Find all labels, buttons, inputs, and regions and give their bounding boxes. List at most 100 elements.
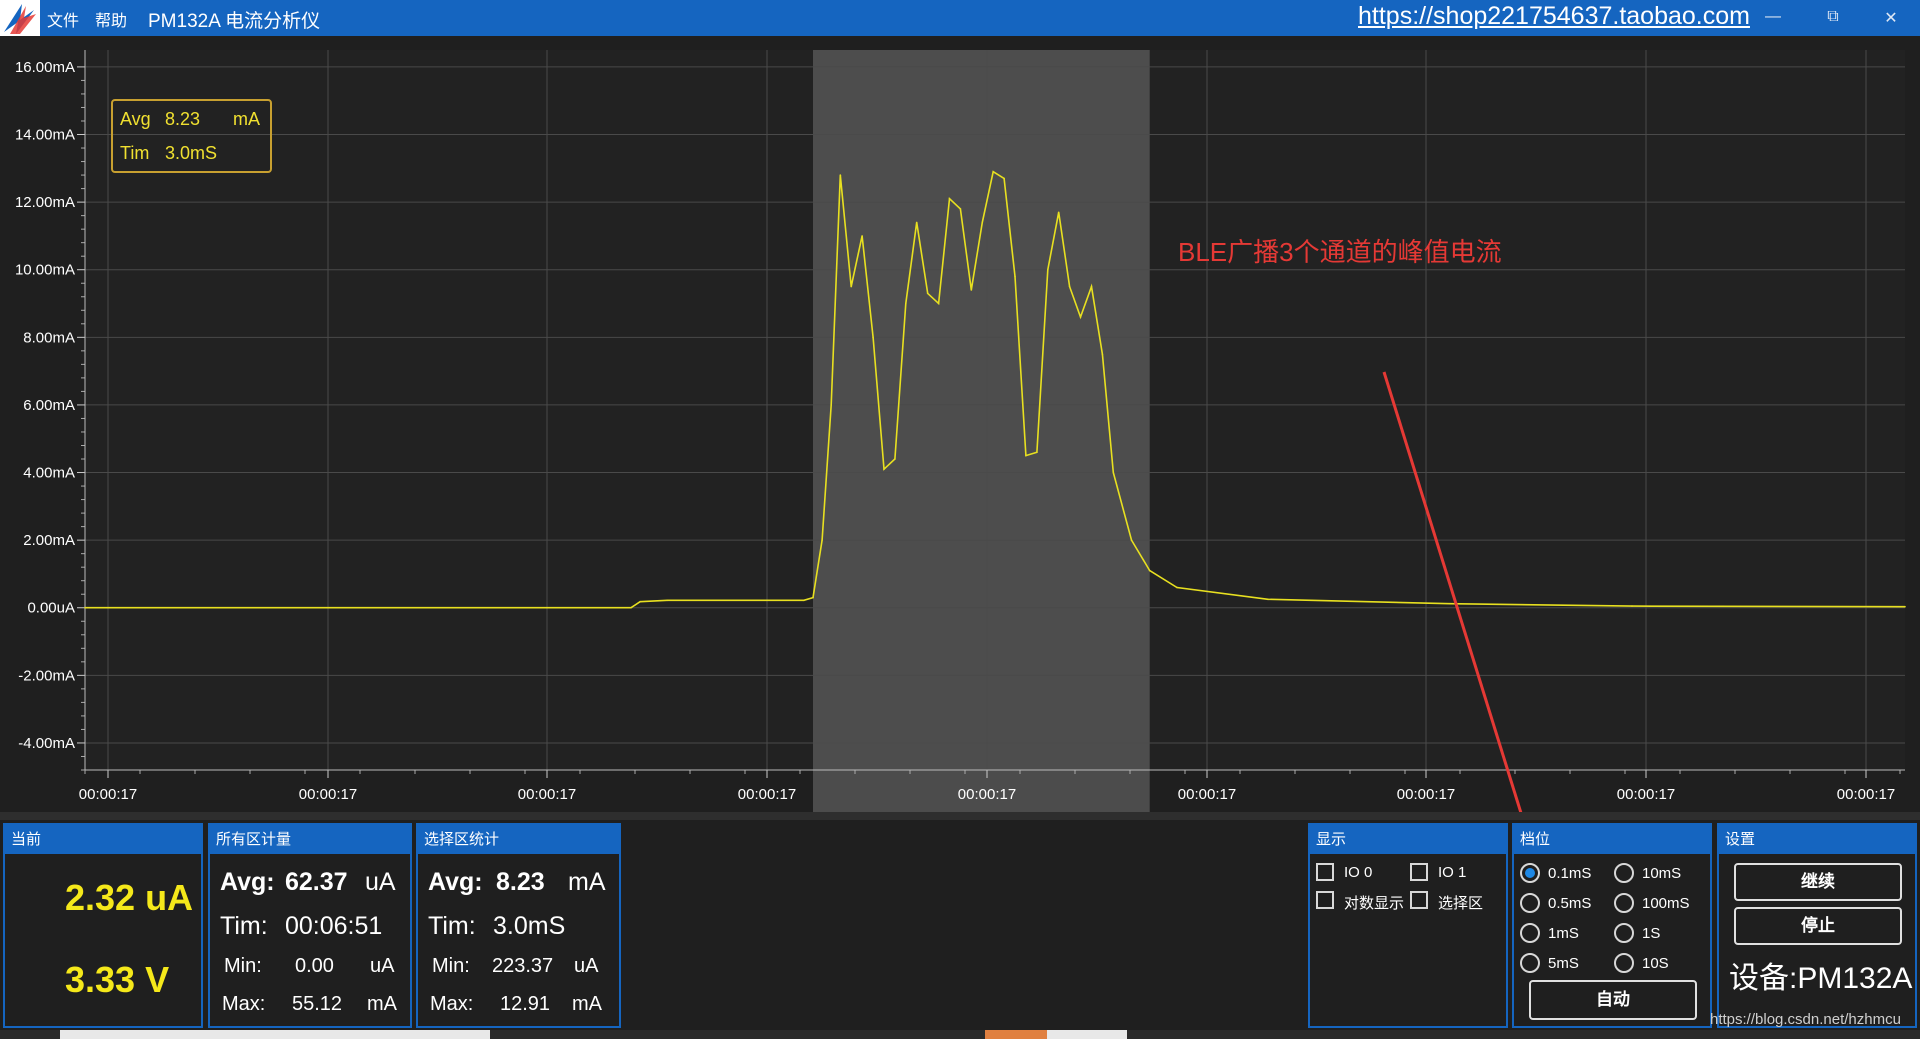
io1-checkbox[interactable]: [1410, 863, 1428, 881]
data-point: [1036, 451, 1038, 454]
all-min-label: Min:: [224, 955, 262, 977]
data-point: [926, 292, 929, 295]
voltage-reading: 3.33 V: [65, 959, 170, 1000]
auto-button[interactable]: 自动: [1529, 980, 1697, 1020]
data-point: [803, 599, 805, 602]
range-radio-label: 10mS: [1642, 865, 1682, 882]
range-radio-0.1mS[interactable]: [1520, 863, 1540, 883]
splitter[interactable]: [0, 812, 1920, 820]
info-avg-unit: mA: [233, 109, 260, 129]
data-point: [850, 285, 853, 288]
data-point: [1101, 353, 1104, 356]
panel-display: 显示 IO 0 IO 1 对数显示 选择区: [1308, 823, 1508, 1028]
info-avg-label: Avg: [120, 109, 151, 129]
data-point: [1025, 454, 1027, 457]
y-tick-label: -2.00mA: [18, 667, 75, 684]
sel-min-value: 223.37: [492, 955, 554, 977]
shop-link[interactable]: https://shop221754637.taobao.com: [1358, 2, 1750, 31]
data-point: [666, 599, 669, 602]
range-radio-label: 5mS: [1548, 955, 1579, 972]
x-tick-label: 00:00:17: [1397, 786, 1455, 803]
data-point: [1003, 177, 1005, 180]
io0-label: IO 0: [1344, 864, 1373, 881]
x-tick-label: 00:00:17: [1617, 786, 1675, 803]
panel-range-title: 档位: [1514, 825, 1710, 854]
stop-button[interactable]: 停止: [1734, 907, 1902, 945]
data-point: [821, 539, 823, 541]
info-avg-value: 8.23: [165, 109, 201, 129]
menu-help[interactable]: 帮助: [95, 7, 127, 31]
panel-settings-title: 设置: [1719, 825, 1915, 854]
data-point: [84, 606, 86, 609]
data-point: [1057, 211, 1060, 214]
data-point: [1904, 605, 1906, 608]
data-point: [1130, 539, 1133, 541]
range-radio-10S[interactable]: [1614, 953, 1634, 973]
y-tick-label: -4.00mA: [18, 735, 75, 752]
info-tim-value: 3.0mS: [165, 143, 218, 163]
y-tick-label: 2.00mA: [23, 532, 75, 549]
menu-file[interactable]: 文件: [47, 7, 79, 31]
io1-label: IO 1: [1438, 864, 1467, 881]
data-point: [959, 208, 962, 210]
current-chart[interactable]: 16.00mA 14.00mA 12.00mA 10.00mA 8.00mA 6.00mA…: [0, 36, 1920, 812]
x-tick-label: 00:00:17: [958, 786, 1016, 803]
range-radio-1S[interactable]: [1614, 923, 1634, 943]
sel-max-unit: mA: [572, 993, 602, 1015]
range-radio-10mS[interactable]: [1614, 863, 1634, 883]
y-tick-label: 8.00mA: [23, 329, 75, 346]
x-tick-label: 00:00:17: [518, 786, 576, 803]
data-point: [1068, 285, 1071, 288]
scroll-thumb[interactable]: [60, 1030, 490, 1039]
all-min-value: 0.00: [295, 955, 334, 977]
x-tick-label: 00:00:17: [1837, 786, 1895, 803]
close-button[interactable]: ✕: [1879, 8, 1903, 28]
all-tim-label: Tim:: [220, 912, 268, 940]
range-radio-5mS[interactable]: [1520, 953, 1540, 973]
info-tim-label: Tim: [120, 143, 150, 163]
chart-area[interactable]: 16.00mA 14.00mA 12.00mA 10.00mA 8.00mA 6.00mA…: [0, 36, 1920, 812]
data-point: [915, 221, 918, 224]
selection-area-checkbox[interactable]: [1410, 891, 1428, 909]
data-point: [894, 458, 896, 460]
data-point: [872, 336, 874, 339]
range-radio-1mS[interactable]: [1520, 923, 1540, 943]
restore-button[interactable]: ⧉: [1821, 8, 1845, 26]
x-tick-label: 00:00:17: [79, 786, 137, 803]
sel-avg-label: Avg:: [428, 868, 483, 896]
log-display-label: 对数显示: [1344, 895, 1405, 912]
data-point: [1046, 268, 1049, 271]
data-point: [992, 170, 994, 173]
data-point: [1079, 316, 1082, 318]
sel-avg-unit: mA: [568, 868, 606, 896]
data-point: [861, 235, 863, 237]
range-radio-label: 0.5mS: [1548, 895, 1592, 912]
chart-annotation: BLE广播3个通道的峰值电流: [1178, 237, 1502, 267]
continue-button[interactable]: 继续: [1734, 863, 1902, 901]
data-point: [883, 468, 885, 470]
data-point: [812, 596, 814, 599]
all-max-unit: mA: [367, 993, 397, 1015]
log-display-checkbox[interactable]: [1316, 891, 1334, 909]
y-tick-label: 14.00mA: [15, 127, 75, 144]
data-point: [1148, 569, 1151, 572]
sel-avg-value: 8.23: [496, 868, 545, 896]
scroll-marker: [985, 1030, 1047, 1039]
range-radio-label: 0.1mS: [1548, 865, 1592, 882]
range-radio-100mS[interactable]: [1614, 893, 1634, 913]
data-point: [970, 289, 973, 291]
sel-min-unit: uA: [574, 955, 599, 977]
sel-tim-label: Tim:: [428, 912, 476, 940]
panel-settings: 设置 继续 停止 设备:PM132A: [1717, 823, 1917, 1028]
sel-min-label: Min:: [432, 955, 470, 977]
bottom-scrollbar[interactable]: [0, 1030, 1920, 1039]
watermark: https://blog.csdn.net/hzhmcu: [1710, 1011, 1901, 1028]
minimize-button[interactable]: —: [1761, 8, 1785, 26]
data-point: [905, 302, 907, 305]
data-point: [1090, 285, 1093, 288]
panel-current-title: 当前: [5, 825, 201, 854]
data-point: [1112, 471, 1115, 474]
range-radio-0.5mS[interactable]: [1520, 893, 1540, 913]
y-tick-label: 4.00mA: [23, 465, 75, 482]
io0-checkbox[interactable]: [1316, 863, 1334, 881]
